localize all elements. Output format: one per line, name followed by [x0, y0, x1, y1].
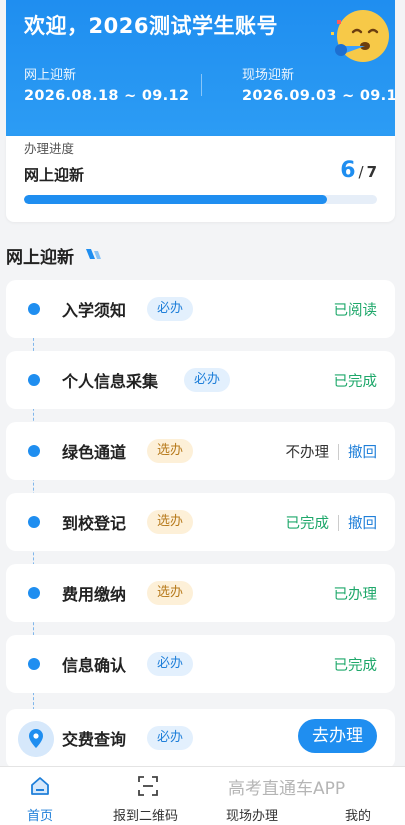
timeline-dot: [28, 445, 40, 457]
timeline-dot: [28, 516, 40, 528]
timeline-dot: [28, 374, 40, 386]
step-status: 已办理: [333, 587, 378, 603]
onsite-period-dates: 2026.09.03 ~ 09.12: [242, 88, 395, 104]
step-row-fee-payment[interactable]: 费用缴纳 选办 已办理: [6, 564, 395, 622]
step-status: 已阅读: [333, 303, 378, 319]
step-status: 不办理: [285, 445, 330, 461]
step-row-enrollment-notice[interactable]: 入学须知 必办 已阅读: [6, 280, 395, 338]
required-tag: 必办: [184, 368, 231, 392]
step-name: 信息确认: [62, 656, 127, 675]
withdraw-button[interactable]: 撤回: [348, 441, 377, 462]
tab-home-label: 首页: [27, 809, 54, 824]
onsite-period: 现场迎新 2026.09.03 ~ 09.12: [242, 64, 395, 104]
optional-tag: 选办: [147, 439, 194, 463]
status-divider: [338, 443, 339, 460]
tab-qr-label: 报到二维码: [113, 809, 179, 824]
home-icon: [31, 777, 49, 795]
required-tag: 必办: [147, 652, 194, 676]
welcome-banner: 欢迎，2026测试学生账号 网上迎新 2026.08.18 ~ 09.12 现场…: [6, 0, 395, 136]
status-divider: [338, 514, 339, 531]
step-row-info-collection[interactable]: 个人信息采集 必办 已完成: [6, 351, 395, 409]
required-tag: 必办: [147, 297, 194, 321]
step-row-fee-query[interactable]: 交费查询 必办 去办理: [6, 709, 395, 769]
step-name: 个人信息采集: [62, 372, 159, 391]
step-status-group: 已完成 撤回: [285, 512, 377, 533]
progress-bar-fill: [24, 195, 327, 204]
step-row-info-confirm[interactable]: 信息确认 必办 已完成: [6, 635, 395, 693]
optional-tag: 选办: [147, 581, 194, 605]
step-name: 交费查询: [62, 730, 127, 749]
progress-count: 6/7: [340, 158, 377, 183]
step-status: 已完成: [333, 374, 378, 390]
step-status-group: 不办理 撤回: [285, 441, 377, 462]
party-emoji-icon: [331, 10, 389, 62]
online-period: 网上迎新 2026.08.18 ~ 09.12: [24, 64, 189, 104]
progress-separator: /: [358, 163, 364, 181]
tab-onsite-label: 现场办理: [226, 809, 279, 824]
progress-name: 网上迎新: [24, 166, 85, 184]
timeline-dot: [28, 303, 40, 315]
go-handle-button[interactable]: 去办理: [298, 719, 377, 753]
step-name: 费用缴纳: [62, 585, 127, 604]
watermark-text: 高考直通车APP: [228, 779, 346, 799]
tab-qr-code[interactable]: 报到二维码: [105, 767, 193, 825]
step-name: 入学须知: [62, 301, 127, 320]
required-tag: 必办: [147, 726, 194, 750]
step-row-arrival-registration[interactable]: 到校登记 选办 已完成 撤回: [6, 493, 395, 551]
step-name: 到校登记: [62, 514, 127, 533]
progress-total: 7: [366, 163, 377, 181]
step-name: 绿色通道: [62, 443, 127, 462]
tab-home[interactable]: 首页: [0, 767, 80, 825]
progress-bar: [24, 195, 377, 204]
online-period-label: 网上迎新: [24, 68, 77, 83]
step-status: 已完成: [333, 658, 378, 674]
step-row-green-channel[interactable]: 绿色通道 选办 不办理 撤回: [6, 422, 395, 480]
step-status: 已完成: [285, 516, 330, 532]
section-title: 网上迎新: [6, 248, 74, 268]
withdraw-button[interactable]: 撤回: [348, 512, 377, 533]
tab-mine-label: 我的: [345, 809, 372, 824]
timeline-dot: [28, 658, 40, 670]
welcome-text: 欢迎，2026测试学生账号: [24, 14, 278, 38]
timeline-dot: [28, 587, 40, 599]
progress-current: 6: [340, 158, 356, 183]
period-divider: [201, 74, 202, 96]
scan-qr-icon: [138, 776, 158, 796]
optional-tag: 选办: [147, 510, 194, 534]
online-period-dates: 2026.08.18 ~ 09.12: [24, 88, 190, 104]
progress-title: 办理进度: [24, 141, 75, 156]
progress-card: 办理进度 网上迎新 6/7: [6, 136, 395, 222]
section-deco-icon: [86, 249, 101, 259]
onsite-period-label: 现场迎新: [242, 68, 295, 83]
location-pin-icon: [18, 721, 54, 757]
